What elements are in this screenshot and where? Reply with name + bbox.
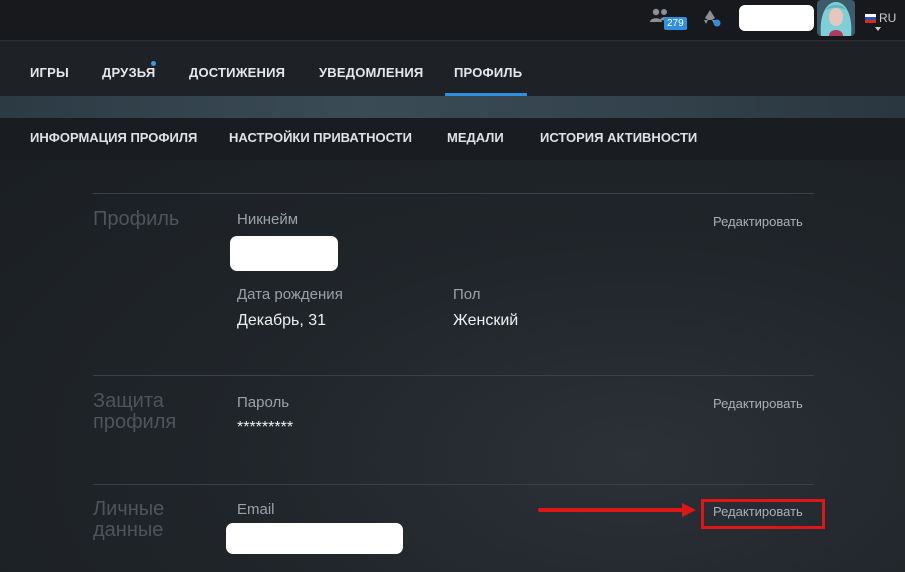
section-title-security: Защита профиля [93, 391, 176, 433]
section-divider [93, 193, 814, 194]
gender-value: Женский [453, 312, 519, 329]
section-title-line: Защита [93, 390, 164, 412]
section-divider [93, 484, 814, 485]
chevron-down-icon[interactable] [875, 27, 881, 31]
section-title-line: Личные [93, 498, 165, 520]
annotation-highlight-box [701, 499, 825, 529]
nav-games[interactable]: ИГРЫ [30, 65, 69, 80]
flag-ru-icon [865, 13, 876, 23]
tab-activity-history[interactable]: ИСТОРИЯ АКТИВНОСТИ [540, 130, 697, 145]
profile-banner [0, 96, 905, 118]
sub-nav: ИНФОРМАЦИЯ ПРОФИЛЯ НАСТРОЙКИ ПРИВАТНОСТИ… [0, 118, 905, 160]
section-title-line: данные [93, 519, 164, 541]
edit-profile-link[interactable]: Редактировать [713, 214, 803, 229]
section-title-personal: Личные данные [93, 499, 164, 541]
language-selector[interactable]: RU [865, 11, 896, 25]
section-title-line: профиля [93, 411, 177, 433]
birthdate-value: Декабрь, 31 [237, 312, 327, 329]
notification-dot [151, 61, 156, 66]
section-title-profile: Профиль [93, 208, 180, 230]
email-value-box [226, 523, 403, 554]
main-nav: ИГРЫ ДРУЗЬЯ ДОСТИЖЕНИЯ УВЕДОМЛЕНИЯ ПРОФИ… [0, 40, 905, 96]
annotation-arrow-icon [538, 503, 696, 517]
username-box[interactable] [739, 5, 814, 31]
rocket-icon[interactable] [700, 8, 722, 28]
friends-count-badge[interactable]: 279 [664, 17, 687, 30]
tab-privacy-settings[interactable]: НАСТРОЙКИ ПРИВАТНОСТИ [229, 130, 412, 145]
nickname-label: Никнейм [237, 211, 299, 228]
nav-profile[interactable]: ПРОФИЛЬ [454, 65, 522, 80]
avatar[interactable] [817, 0, 855, 36]
nickname-value-box [230, 236, 338, 271]
password-value: ********* [237, 419, 294, 436]
content-panel: ИНФОРМАЦИЯ ПРОФИЛЯ НАСТРОЙКИ ПРИВАТНОСТИ… [0, 118, 905, 572]
nav-achievements[interactable]: ДОСТИЖЕНИЯ [189, 65, 285, 80]
language-label: RU [879, 11, 897, 25]
email-label: Email [237, 501, 275, 518]
top-bar: 279 RU [0, 0, 905, 40]
tab-profile-info[interactable]: ИНФОРМАЦИЯ ПРОФИЛЯ [30, 130, 197, 145]
tab-medals[interactable]: МЕДАЛИ [447, 130, 504, 145]
nav-notifications[interactable]: УВЕДОМЛЕНИЯ [319, 65, 423, 80]
section-divider [93, 375, 814, 376]
nav-friends[interactable]: ДРУЗЬЯ [102, 65, 155, 80]
password-label: Пароль [237, 394, 290, 411]
gender-label: Пол [453, 286, 481, 303]
birthdate-label: Дата рождения [237, 286, 343, 303]
edit-security-link[interactable]: Редактировать [713, 396, 803, 411]
